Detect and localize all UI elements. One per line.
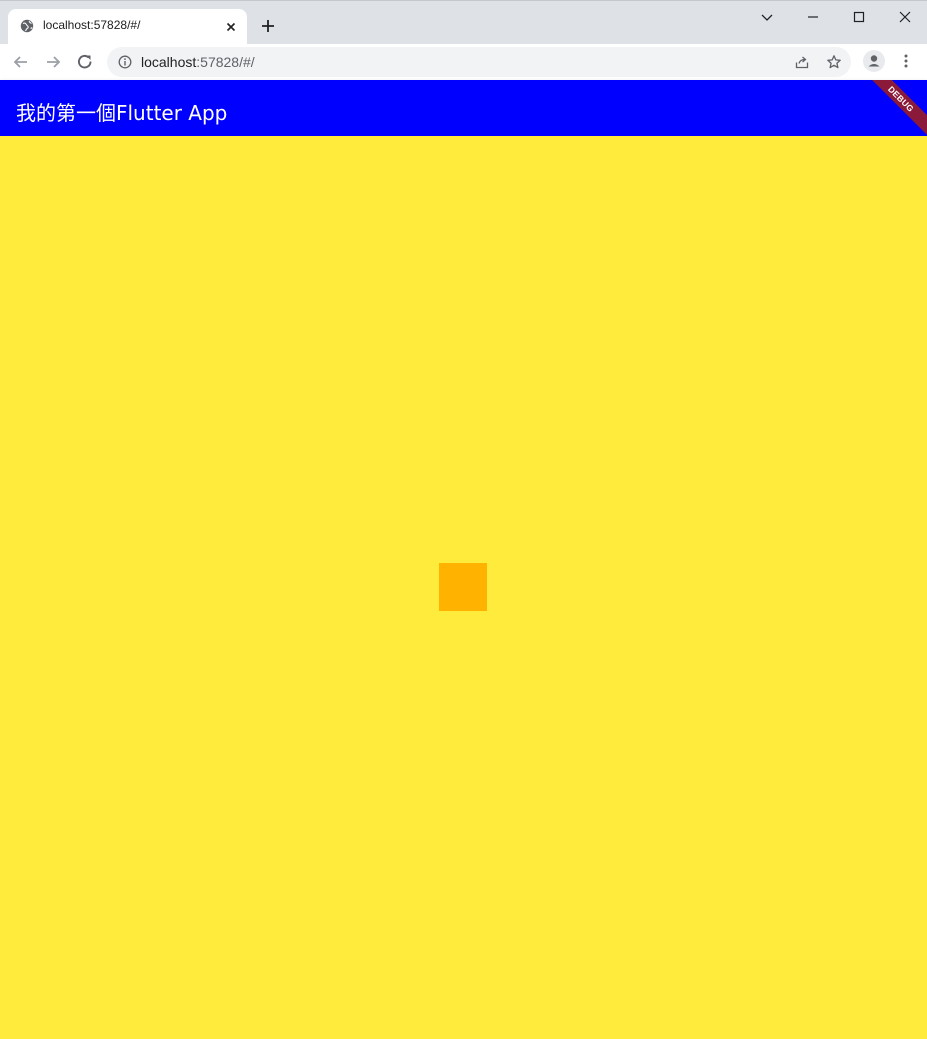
browser-toolbar: localhost:57828/#/ <box>0 44 927 80</box>
bookmark-star-icon[interactable] <box>826 54 842 70</box>
app-body <box>0 136 927 1039</box>
address-bar[interactable]: localhost:57828/#/ <box>107 47 851 77</box>
url-path: :57828/#/ <box>196 54 255 70</box>
app-title: 我的第一個Flutter App <box>16 101 228 125</box>
minimize-icon[interactable] <box>803 7 823 27</box>
tab-search-icon[interactable] <box>757 7 777 27</box>
reload-icon[interactable] <box>75 52 95 72</box>
browser-tab-strip: localhost:57828/#/ <box>0 0 927 45</box>
back-icon[interactable] <box>11 52 31 72</box>
tab-title: localhost:57828/#/ <box>43 18 141 32</box>
new-tab-icon[interactable] <box>260 18 276 34</box>
close-window-icon[interactable] <box>895 7 915 27</box>
app-bar: 我的第一個Flutter App DEBUG <box>0 80 927 136</box>
browser-tab[interactable]: localhost:57828/#/ <box>8 9 247 45</box>
more-menu-icon[interactable] <box>898 53 914 69</box>
debug-banner: DEBUG <box>860 80 927 136</box>
forward-icon[interactable] <box>43 52 63 72</box>
amber-square <box>439 563 487 611</box>
person-icon <box>868 55 880 67</box>
share-icon[interactable] <box>794 54 810 70</box>
url-text: localhost:57828/#/ <box>141 54 255 70</box>
maximize-icon[interactable] <box>849 7 869 27</box>
globe-icon <box>20 19 34 33</box>
close-tab-icon[interactable] <box>223 19 239 35</box>
info-icon[interactable] <box>118 55 132 69</box>
profile-avatar[interactable] <box>863 50 885 72</box>
url-host: localhost <box>141 54 197 70</box>
